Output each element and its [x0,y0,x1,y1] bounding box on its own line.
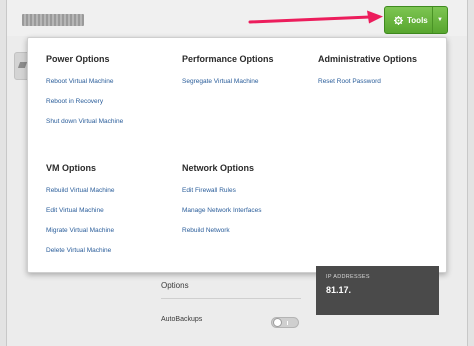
manage-network-interfaces-link[interactable]: Manage Network Interfaces [182,201,261,221]
migrate-vm-link[interactable]: Migrate Virtual Machine [46,221,115,241]
toggle-knob [273,318,282,327]
ip-address-value[interactable]: 81.17. [326,285,351,295]
blurred-page-title [22,14,84,26]
segregate-vm-link[interactable]: Segregate Virtual Machine [182,72,274,92]
tools-button[interactable]: Tools ▼ [384,6,448,34]
administrative-options-section: Administrative Options Reset Root Passwo… [318,46,417,92]
delete-vm-link[interactable]: Delete Virtual Machine [46,241,115,261]
edit-firewall-rules-link[interactable]: Edit Firewall Rules [182,181,261,201]
tools-dropdown-toggle[interactable]: ▼ [433,7,447,33]
rebuild-network-link[interactable]: Rebuild Network [182,221,261,241]
ip-addresses-panel: IP ADDRESSES 81.17. [316,266,439,315]
performance-options-heading: Performance Options [182,54,274,64]
reset-root-password-link[interactable]: Reset Root Password [318,72,417,92]
toggle-on-mark [287,321,288,325]
caret-down-icon: ▼ [437,17,443,23]
administrative-options-heading: Administrative Options [318,54,418,64]
network-options-section: Network Options Edit Firewall Rules Mana… [182,155,261,241]
annotation-arrow [248,10,383,24]
tools-dropdown-menu: Power Options Reboot Virtual Machine Reb… [27,37,447,273]
options-divider [161,298,301,299]
power-options-heading: Power Options [46,54,110,64]
autobackups-label: AutoBackups [161,316,203,323]
reboot-recovery-link[interactable]: Reboot in Recovery [46,92,123,112]
options-heading: Options [161,281,189,290]
vm-options-section: VM Options Rebuild Virtual Machine Edit … [46,155,115,261]
performance-options-section: Performance Options Segregate Virtual Ma… [182,46,274,92]
vm-options-heading: VM Options [46,163,96,173]
tools-button-label: Tools [407,15,428,25]
autobackups-toggle[interactable] [271,317,299,328]
ip-addresses-title: IP ADDRESSES [326,274,370,280]
edit-vm-link[interactable]: Edit Virtual Machine [46,201,115,221]
tools-button-main[interactable]: Tools [385,7,433,33]
reboot-vm-link[interactable]: Reboot Virtual Machine [46,72,123,92]
rebuild-vm-link[interactable]: Rebuild Virtual Machine [46,181,115,201]
shutdown-vm-link[interactable]: Shut down Virtual Machine [46,112,123,132]
network-options-heading: Network Options [182,163,255,173]
power-options-section: Power Options Reboot Virtual Machine Reb… [46,46,123,132]
gear-icon [394,15,403,25]
